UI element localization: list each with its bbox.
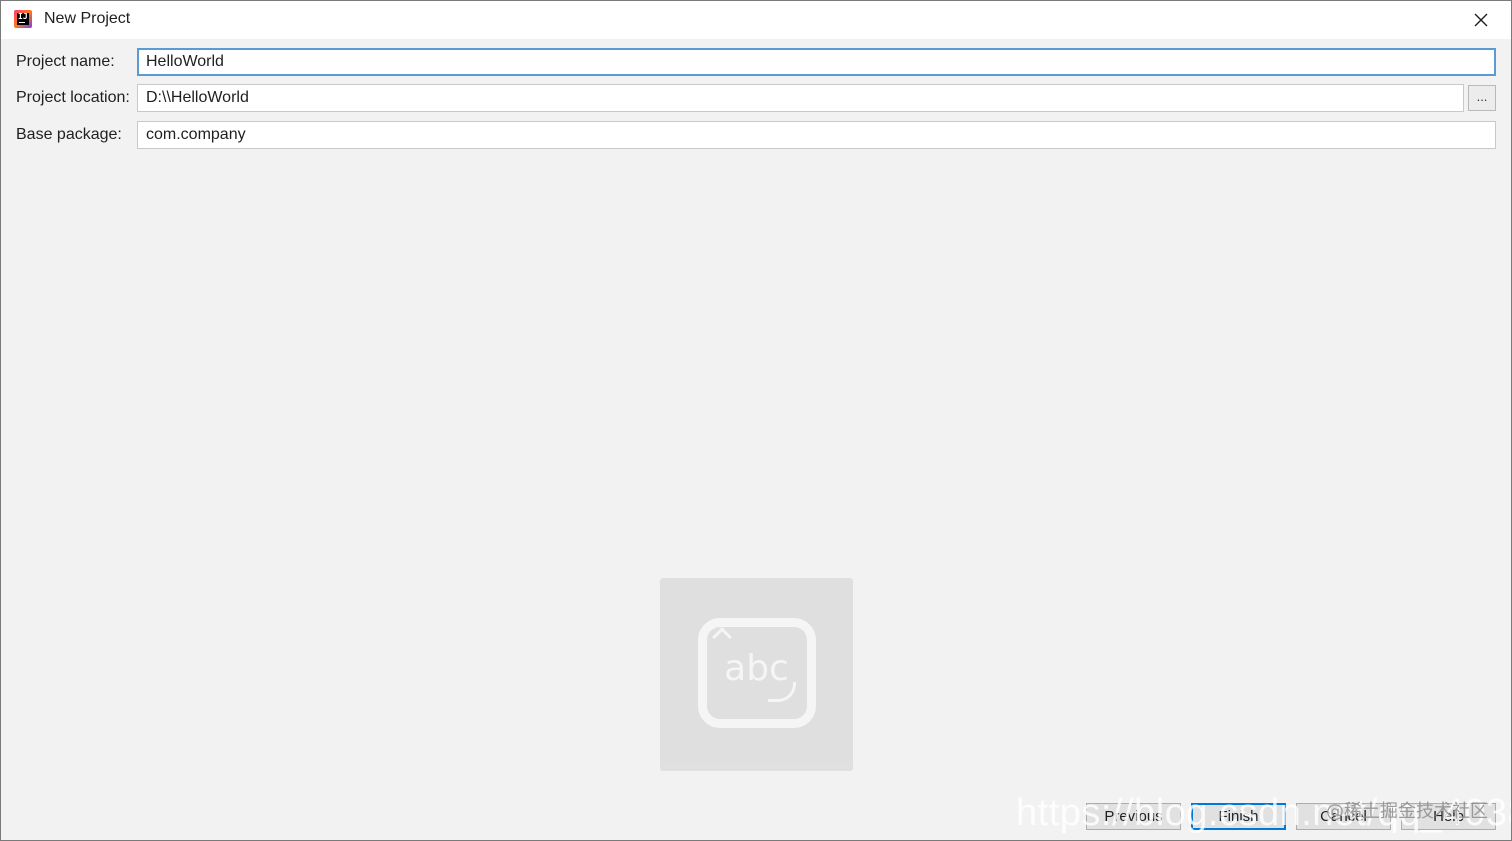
project-location-input[interactable] (137, 84, 1464, 112)
project-location-label: Project location: (16, 89, 130, 106)
ime-mode-indicator: abc (660, 578, 853, 771)
project-name-row: Project name: (1, 48, 1511, 76)
watermark-community: @稀土掘金技术社区 (1326, 801, 1488, 822)
window-title: New Project (44, 10, 131, 27)
title-bar: IJ New Project (1, 1, 1511, 39)
base-package-label: Base package: (16, 126, 122, 143)
new-project-dialog: IJ New Project Project name: Project loc… (0, 0, 1512, 841)
close-button[interactable] (1459, 5, 1503, 35)
browse-location-button[interactable]: ... (1468, 85, 1496, 111)
base-package-input[interactable] (137, 121, 1496, 149)
base-package-row: Base package: (1, 121, 1511, 149)
close-icon (1474, 13, 1488, 27)
intellij-idea-icon: IJ (14, 10, 32, 28)
project-name-input[interactable] (137, 48, 1496, 76)
ime-mode-text: abc (724, 648, 789, 689)
project-location-row: Project location: ... (1, 84, 1511, 112)
project-name-label: Project name: (16, 53, 115, 70)
